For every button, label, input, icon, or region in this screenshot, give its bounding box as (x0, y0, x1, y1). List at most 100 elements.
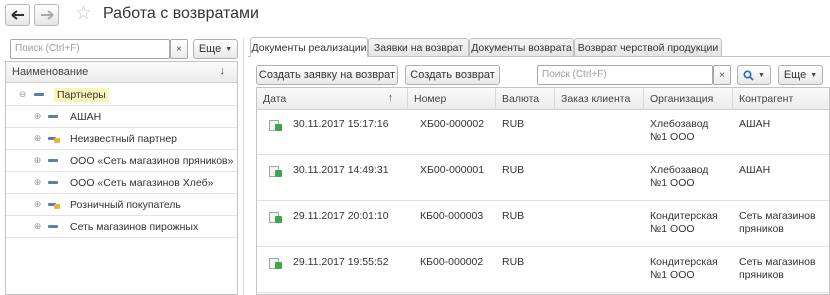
partner-key-icon (48, 136, 60, 143)
tree-row[interactable]: ⊕ Розничный покупатель (6, 194, 237, 216)
cell-currency: RUB (502, 118, 525, 130)
cell-number: КБ00-000002 (420, 256, 484, 268)
column-header-order[interactable]: Заказ клиента (555, 88, 644, 110)
expand-icon[interactable]: ⊕ (33, 200, 42, 209)
tree-search-input[interactable]: Поиск (Ctrl+F) (10, 39, 170, 59)
cell-date: 29.11.2017 20:01:10 (293, 210, 389, 222)
chevron-down-icon: ▼ (758, 71, 765, 79)
more-label: Еще (198, 43, 222, 55)
tree-row[interactable]: ⊕ Сеть магазинов пирожных (6, 216, 237, 238)
chevron-down-icon: ▼ (225, 45, 233, 53)
expand-icon[interactable]: ⊕ (33, 134, 42, 143)
tree-item-label: АШАН (70, 111, 102, 123)
cell-organization-line1: Кондитерская (650, 256, 718, 268)
group-icon (48, 159, 58, 162)
cell-counterparty-line1: АШАН (739, 164, 771, 176)
expand-icon[interactable]: ⊕ (33, 156, 42, 165)
partners-tree: Наименование ↓ ⊖ Партнеры ⊕ АШАН ⊕ Неизв… (5, 61, 238, 295)
cell-organization-line2: №1 ООО (650, 131, 695, 143)
cell-date: 30.11.2017 14:49:31 (293, 164, 389, 176)
posted-document-icon (269, 166, 282, 177)
tab-return-requests[interactable]: Заявки на возврат (368, 38, 469, 57)
tree-item-label: Партнеры (54, 88, 109, 102)
cell-number: ХБ00-000002 (420, 118, 485, 130)
tree-item-label: Розничный покупатель (70, 199, 181, 211)
tree-row[interactable]: ⊕ ООО «Сеть магазинов пряников» (6, 150, 237, 172)
column-header-organization[interactable]: Организация (644, 88, 733, 110)
tree-more-button[interactable]: Еще ▼ (193, 39, 238, 59)
collapse-icon[interactable]: ⊖ (18, 90, 27, 99)
expand-icon[interactable]: ⊕ (33, 178, 42, 187)
table-header: Дата ↑ Номер Валюта Заказ клиента Органи… (257, 88, 829, 110)
table-row[interactable]: 29.11.2017 20:01:10 КБ00-000003 RUB Конд… (257, 202, 829, 247)
arrow-right-icon (40, 10, 54, 20)
tree-item-label: Неизвестный партнер (70, 133, 178, 145)
tree-row-root[interactable]: ⊖ Партнеры (6, 84, 237, 106)
cell-number: КБ00-000003 (420, 210, 484, 222)
documents-search-input[interactable]: Поиск (Ctrl+F) (537, 65, 713, 85)
forward-button[interactable] (34, 4, 59, 26)
column-header-currency[interactable]: Валюта (496, 88, 555, 110)
cell-currency: RUB (502, 164, 525, 176)
column-name-header: Наименование (12, 66, 89, 78)
group-icon (48, 225, 58, 228)
tab-return-documents[interactable]: Документы возврата (469, 38, 574, 57)
tab-sales-documents[interactable]: Документы реализации (250, 37, 368, 57)
column-header-counterparty[interactable]: Контрагент (733, 88, 829, 110)
cell-organization-line1: Хлебозавод (650, 118, 709, 130)
documents-search-clear-button[interactable]: × (713, 65, 731, 85)
column-header-date[interactable]: Дата ↑ (257, 88, 408, 110)
cell-counterparty-line2: пряников (739, 269, 784, 281)
cell-counterparty-line1: АШАН (739, 118, 771, 130)
sort-arrow-icon: ↓ (219, 65, 226, 77)
table-row[interactable]: 30.11.2017 15:17:16 ХБ00-000002 RUB Хлеб… (257, 110, 829, 155)
tree-search-clear-button[interactable]: × (170, 39, 188, 59)
partner-key-icon (48, 202, 60, 209)
posted-document-icon (269, 212, 282, 223)
create-return-request-button[interactable]: Создать заявку на возврат (256, 65, 398, 85)
cell-currency: RUB (502, 210, 525, 222)
column-header-number[interactable]: Номер (408, 88, 496, 110)
cell-number: ХБ00-000001 (420, 164, 485, 176)
back-button[interactable] (5, 4, 30, 26)
table-row[interactable]: 29.11.2017 19:55:52 КБ00-000002 RUB Конд… (257, 248, 829, 293)
cell-date: 29.11.2017 19:55:52 (293, 256, 389, 268)
cell-date: 30.11.2017 15:17:16 (293, 118, 389, 130)
create-return-button[interactable]: Создать возврат (405, 65, 500, 85)
search-icon (743, 69, 754, 81)
page-title: Работа с возвратами (103, 5, 259, 22)
documents-more-button[interactable]: Еще ▼ (778, 65, 823, 85)
close-icon: × (719, 69, 725, 81)
group-icon (48, 181, 58, 184)
cell-counterparty-line1: Сеть магазинов (739, 256, 816, 268)
group-icon (34, 93, 44, 96)
tree-row[interactable]: ⊕ ООО «Сеть магазинов Хлеб» (6, 172, 237, 194)
tree-item-label: ООО «Сеть магазинов Хлеб» (70, 177, 214, 189)
posted-document-icon (269, 120, 282, 131)
tree-item-label: ООО «Сеть магазинов пряников» (70, 155, 234, 167)
tree-row[interactable]: ⊕ АШАН (6, 106, 237, 128)
cell-organization-line1: Кондитерская (650, 210, 718, 222)
tree-row[interactable]: ⊕ Неизвестный партнер (6, 128, 237, 150)
expand-icon[interactable]: ⊕ (33, 112, 42, 121)
favorite-star-icon[interactable]: ☆ (75, 2, 92, 26)
column-label: Дата (263, 93, 287, 105)
group-icon (48, 115, 58, 118)
table-row[interactable]: 30.11.2017 14:49:31 ХБ00-000001 RUB Хлеб… (257, 156, 829, 201)
close-icon: × (176, 43, 182, 55)
cell-organization-line2: №1 ООО (650, 223, 695, 235)
arrow-left-icon (10, 10, 24, 20)
cell-counterparty-line2: пряников (739, 223, 784, 235)
cell-organization-line2: №1 ООО (650, 269, 695, 281)
expand-icon[interactable]: ⊕ (33, 222, 42, 231)
documents-table: Дата ↑ Номер Валюта Заказ клиента Органи… (256, 87, 830, 295)
panel-splitter[interactable] (243, 38, 244, 295)
tab-stale-returns[interactable]: Возврат черствой продукции (574, 38, 722, 57)
posted-document-icon (269, 258, 282, 269)
tree-item-label: Сеть магазинов пирожных (70, 221, 199, 233)
chevron-down-icon: ▼ (810, 71, 818, 79)
tree-header[interactable]: Наименование ↓ (6, 62, 237, 83)
search-options-button[interactable]: ▼ (737, 65, 771, 85)
cell-counterparty-line1: Сеть магазинов (739, 210, 816, 222)
cell-organization-line1: Хлебозавод (650, 164, 709, 176)
